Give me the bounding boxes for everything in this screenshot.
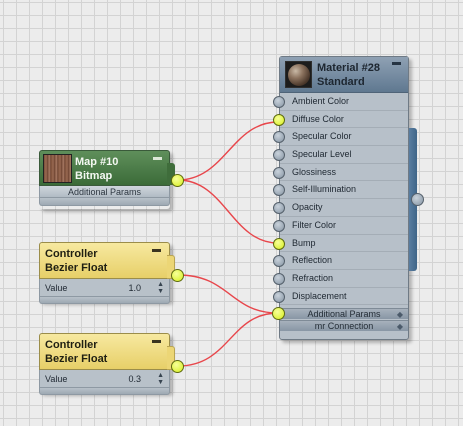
slot-specular-color[interactable]: Specular Color xyxy=(273,128,408,147)
controller-value-row[interactable]: Value 1.0 ▲ ▼ xyxy=(39,279,170,297)
value-label: Value xyxy=(45,374,68,384)
controller-node-bottom xyxy=(39,388,170,395)
additional-params-socket-icon[interactable] xyxy=(272,307,285,320)
controller2-output-socket-icon[interactable] xyxy=(171,360,184,373)
input-socket-icon[interactable] xyxy=(273,272,285,285)
slot-displacement[interactable]: Displacement xyxy=(273,288,408,306)
controller-node-title: Controller Bezier Float xyxy=(45,248,108,274)
material-slot-list: Ambient Color Diffuse Color Specular Col… xyxy=(273,93,408,306)
controller1-output-socket-icon[interactable] xyxy=(171,269,184,282)
input-socket-icon[interactable] xyxy=(273,149,285,162)
input-socket-icon[interactable] xyxy=(273,202,285,215)
input-socket-icon[interactable] xyxy=(273,290,285,303)
slot-ambient-color[interactable]: Ambient Color xyxy=(273,93,408,111)
value-field[interactable]: 0.3 xyxy=(128,370,141,388)
input-socket-icon[interactable] xyxy=(273,113,285,126)
slot-bump[interactable]: Bump xyxy=(273,235,408,253)
bitmap-thumbnail xyxy=(43,154,72,183)
rollout-expand-icon[interactable]: ◆ xyxy=(397,309,403,320)
node-editor-canvas[interactable]: Material #28 Standard Ambient Color Diff… xyxy=(0,0,463,426)
map-rollout-additional-params[interactable]: Additional Params xyxy=(39,186,170,198)
map-collapse-icon[interactable] xyxy=(153,157,162,160)
map-node-header[interactable]: Map #10 Bitmap xyxy=(39,150,170,186)
slot-specular-level[interactable]: Specular Level xyxy=(273,146,408,164)
value-spinner-icon[interactable]: ▲ ▼ xyxy=(157,281,164,295)
material-node-title: Material #28 Standard xyxy=(317,62,380,88)
input-socket-icon[interactable] xyxy=(273,131,285,144)
controller-collapse-icon[interactable] xyxy=(152,340,161,343)
slot-refraction[interactable]: Refraction xyxy=(273,270,408,288)
wire-map-to-diffuse[interactable] xyxy=(177,121,279,181)
input-socket-icon[interactable] xyxy=(273,255,285,268)
rollout-additional-params[interactable]: Additional Params ◆ xyxy=(280,308,408,319)
wire-map-to-bump[interactable] xyxy=(177,179,279,244)
material-node-header[interactable]: Material #28 Standard xyxy=(280,57,408,93)
slot-reflection[interactable]: Reflection xyxy=(273,252,408,270)
rollout-mr-connection[interactable]: mr Connection ◆ xyxy=(280,320,408,331)
input-socket-icon[interactable] xyxy=(273,166,285,179)
slot-filter-color[interactable]: Filter Color xyxy=(273,217,408,235)
material-collapse-icon[interactable] xyxy=(392,62,401,65)
material-output-socket-icon[interactable] xyxy=(411,193,424,206)
map-rollout-collapsed[interactable] xyxy=(39,198,170,206)
wire-controller1-to-additional[interactable] xyxy=(177,274,279,314)
slot-glossiness[interactable]: Glossiness xyxy=(273,164,408,182)
material-preview-thumbnail xyxy=(285,61,312,88)
value-label: Value xyxy=(45,283,68,293)
input-socket-icon[interactable] xyxy=(273,237,285,250)
value-spinner-icon[interactable]: ▲ ▼ xyxy=(157,372,164,386)
controller-node-1[interactable]: Controller Bezier Float Value 1.0 ▲ ▼ xyxy=(39,242,175,304)
input-socket-icon[interactable] xyxy=(273,96,285,108)
material-node[interactable]: Material #28 Standard Ambient Color Diff… xyxy=(273,56,409,340)
controller-node-bottom xyxy=(39,297,170,304)
controller-node-header[interactable]: Controller Bezier Float xyxy=(39,242,170,279)
map-node[interactable]: Map #10 Bitmap Additional Params xyxy=(39,150,175,209)
slot-diffuse-color[interactable]: Diffuse Color xyxy=(273,111,408,129)
controller-node-title: Controller Bezier Float xyxy=(45,339,108,365)
controller-collapse-icon[interactable] xyxy=(152,249,161,252)
wire-controller2-to-additional[interactable] xyxy=(177,312,279,367)
slot-self-illumination[interactable]: Self-Illumination xyxy=(273,181,408,200)
controller-node-2[interactable]: Controller Bezier Float Value 0.3 ▲ ▼ xyxy=(39,333,175,395)
map-node-title: Map #10 Bitmap xyxy=(75,156,119,182)
controller-node-header[interactable]: Controller Bezier Float xyxy=(39,333,170,370)
map-output-socket-icon[interactable] xyxy=(171,174,184,187)
controller-value-row[interactable]: Value 0.3 ▲ ▼ xyxy=(39,370,170,388)
value-field[interactable]: 1.0 xyxy=(128,279,141,297)
input-socket-icon[interactable] xyxy=(273,184,285,197)
slot-opacity[interactable]: Opacity xyxy=(273,199,408,217)
input-socket-icon[interactable] xyxy=(273,219,285,232)
rollout-expand-icon[interactable]: ◆ xyxy=(397,321,403,332)
